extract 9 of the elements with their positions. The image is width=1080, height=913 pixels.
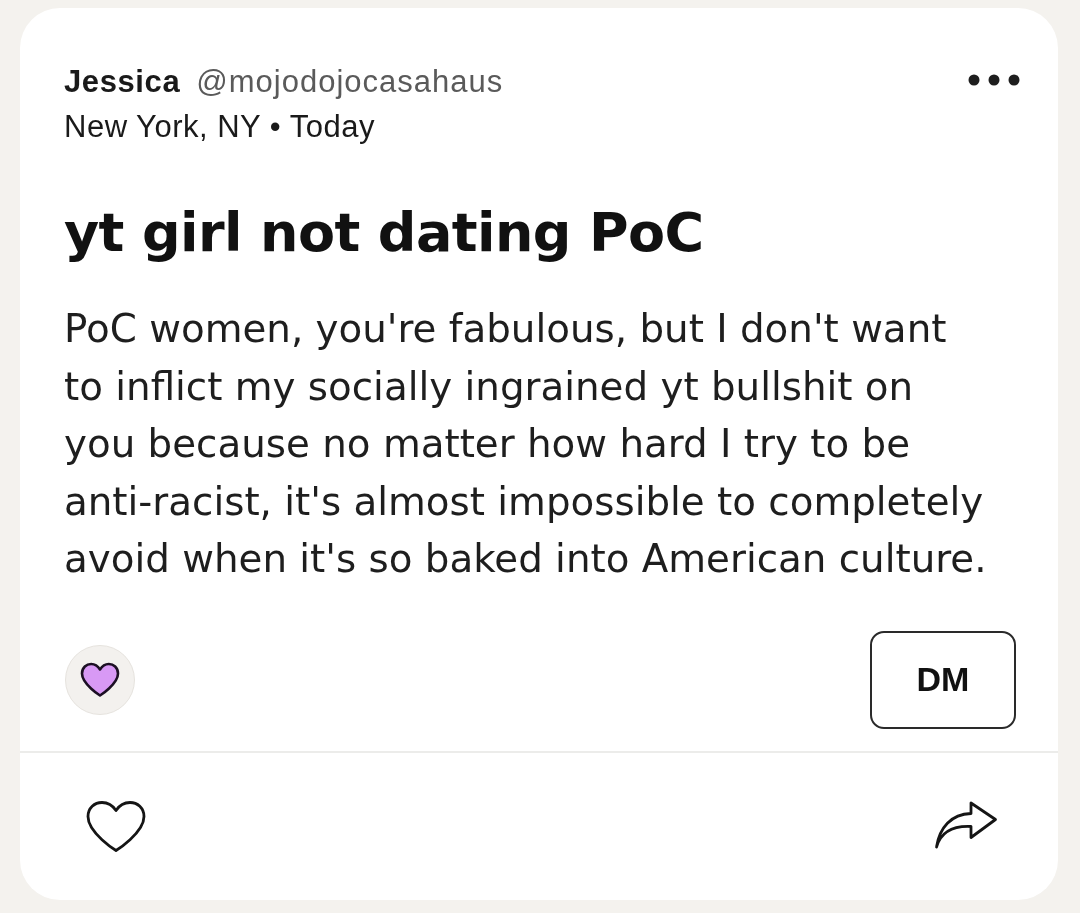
more-options-icon[interactable] bbox=[968, 74, 1020, 86]
dm-button[interactable]: DM bbox=[870, 630, 1016, 729]
heart-icon[interactable] bbox=[86, 799, 146, 853]
user-handle[interactable]: @mojodojocasahaus bbox=[196, 64, 504, 99]
heart-icon bbox=[80, 661, 120, 698]
post-body: PoC women, you're fabulous, but I don't want to inflict my socially ingrained yt bullshit on you because no matter how hard I try to be anti-racist, it's almost impossible to completely avoid when it's so baked into American culture. bbox=[64, 305, 988, 583]
post-meta: New York, NY • Today bbox=[64, 108, 376, 146]
post-title: yt girl not dating PoC bbox=[64, 203, 705, 263]
author-name: Jessica bbox=[64, 64, 181, 99]
